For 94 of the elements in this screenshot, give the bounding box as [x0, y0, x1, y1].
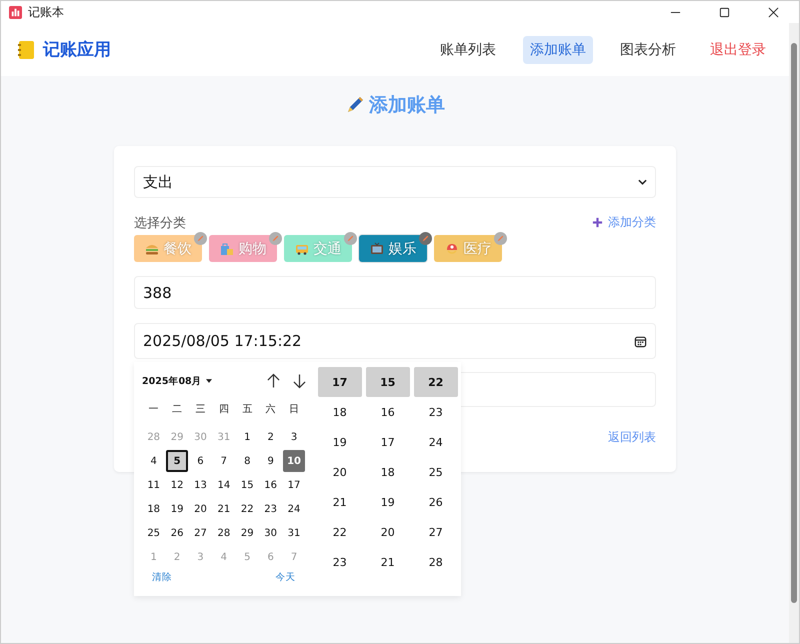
up-arrow-icon[interactable] — [266, 373, 280, 389]
month-dropdown[interactable]: 2025年08月 — [142, 374, 212, 388]
weekday-label: 六 — [266, 402, 276, 416]
calendar-day[interactable]: 19 — [166, 498, 188, 520]
time-option[interactable]: 28 — [414, 547, 458, 577]
time-option[interactable]: 22 — [414, 367, 458, 397]
scrollbar-thumb[interactable] — [791, 43, 797, 603]
calendar-day[interactable]: 2 — [260, 426, 282, 448]
calendar-day[interactable]: 28 — [212, 522, 235, 544]
weekday-label: 三 — [195, 403, 206, 416]
calendar-day[interactable]: 20 — [189, 498, 212, 520]
time-option[interactable]: 22 — [318, 517, 362, 547]
calendar-day[interactable]: 27 — [189, 522, 212, 544]
window-title: 记账本 — [28, 4, 64, 20]
time-option[interactable]: 23 — [318, 547, 362, 577]
today-link[interactable]: 今天 — [276, 571, 296, 584]
time-option[interactable]: 20 — [366, 517, 410, 547]
calendar-day[interactable]: 31 — [283, 522, 306, 544]
edit-pencil-icon[interactable] — [344, 232, 357, 245]
weekday-label: 四 — [218, 403, 229, 416]
time-option[interactable]: 25 — [414, 457, 458, 487]
down-arrow-icon[interactable] — [292, 373, 306, 389]
time-option[interactable]: 21 — [318, 487, 362, 517]
time-option[interactable]: 27 — [414, 517, 458, 547]
time-option[interactable]: 15 — [366, 367, 410, 397]
logout-link[interactable]: 退出登录 — [703, 36, 773, 64]
time-option[interactable]: 21 — [366, 547, 410, 577]
calendar-icon — [634, 334, 647, 348]
helmet-icon — [444, 242, 458, 256]
datetime-field[interactable]: 2025/08/05 17:15:22 — [134, 323, 656, 359]
calendar-day[interactable]: 14 — [212, 474, 235, 496]
time-option[interactable]: 20 — [318, 457, 362, 487]
calendar-day[interactable]: 9 — [260, 450, 282, 472]
calendar-day[interactable]: 30 — [260, 522, 282, 544]
calendar-day[interactable]: 3 — [283, 426, 306, 448]
calendar-day[interactable]: 16 — [260, 474, 282, 496]
app-icon — [9, 6, 22, 18]
time-option[interactable]: 17 — [318, 367, 362, 397]
calendar-day[interactable]: 22 — [236, 498, 258, 520]
bag-icon — [220, 242, 234, 256]
time-option[interactable]: 16 — [366, 397, 410, 427]
close-icon[interactable] — [768, 6, 779, 18]
time-option[interactable]: 18 — [366, 457, 410, 487]
chevron-icon — [638, 179, 647, 185]
calendar-day[interactable]: 29 — [236, 522, 258, 544]
caret-icon — [206, 379, 212, 383]
time-option[interactable]: 23 — [414, 397, 458, 427]
amount-field[interactable]: 388 — [134, 276, 656, 309]
app-brand: 记账应用 — [43, 39, 111, 61]
weekday-label: 日 — [289, 403, 300, 416]
edit-pencil-icon[interactable] — [194, 232, 207, 245]
edit-pencil-icon[interactable] — [419, 232, 432, 245]
calendar-day[interactable]: 26 — [166, 522, 188, 544]
time-option[interactable]: 24 — [414, 427, 458, 457]
calendar-day[interactable]: 1 — [236, 426, 258, 448]
calendar-day[interactable]: 13 — [189, 474, 212, 496]
calendar-day[interactable]: 21 — [212, 498, 235, 520]
page-title: 添加账单 — [369, 93, 445, 118]
calendar-day[interactable]: 17 — [283, 474, 306, 496]
calendar-day[interactable]: 8 — [236, 450, 258, 472]
calendar-day[interactable]: 18 — [142, 498, 165, 520]
clear-link[interactable]: 清除 — [152, 571, 172, 584]
nav-link[interactable]: 账单列表 — [433, 36, 503, 64]
weekday-label: 一 — [148, 403, 159, 416]
weekday-label: 五 — [242, 403, 252, 416]
time-option[interactable]: 18 — [318, 397, 362, 427]
nav-link[interactable]: 添加账单 — [523, 36, 593, 64]
plus-icon — [592, 217, 603, 228]
category-chip[interactable]: 娱乐 — [359, 235, 427, 262]
nav-link[interactable]: 图表分析 — [613, 36, 683, 64]
notebook-icon — [17, 40, 35, 60]
calendar-day[interactable]: 11 — [142, 474, 165, 496]
edit-pencil-icon[interactable] — [269, 232, 282, 245]
type-select[interactable]: 支出 — [134, 166, 656, 198]
calendar-day[interactable]: 7 — [212, 450, 235, 472]
time-option[interactable]: 17 — [366, 427, 410, 457]
weekday-label: 二 — [172, 403, 182, 416]
calendar-day[interactable]: 25 — [142, 522, 165, 544]
pen-icon — [345, 95, 365, 115]
calendar-day[interactable]: 12 — [166, 474, 188, 496]
calendar-day[interactable]: 5 — [166, 450, 188, 472]
calendar-day[interactable]: 23 — [260, 498, 282, 520]
calendar-day[interactable]: 6 — [189, 450, 212, 472]
calendar-day[interactable]: 4 — [142, 450, 165, 472]
calendar-day[interactable]: 24 — [283, 498, 306, 520]
time-option[interactable]: 26 — [414, 487, 458, 517]
maximize-icon[interactable] — [719, 6, 730, 18]
calendar-day[interactable]: 10 — [283, 450, 306, 472]
edit-pencil-icon[interactable] — [494, 232, 507, 245]
time-option[interactable]: 19 — [318, 427, 362, 457]
calendar-day[interactable]: 15 — [236, 474, 258, 496]
category-label: 选择分类 — [134, 214, 186, 232]
tv-icon — [370, 242, 384, 256]
time-option[interactable]: 19 — [366, 487, 410, 517]
